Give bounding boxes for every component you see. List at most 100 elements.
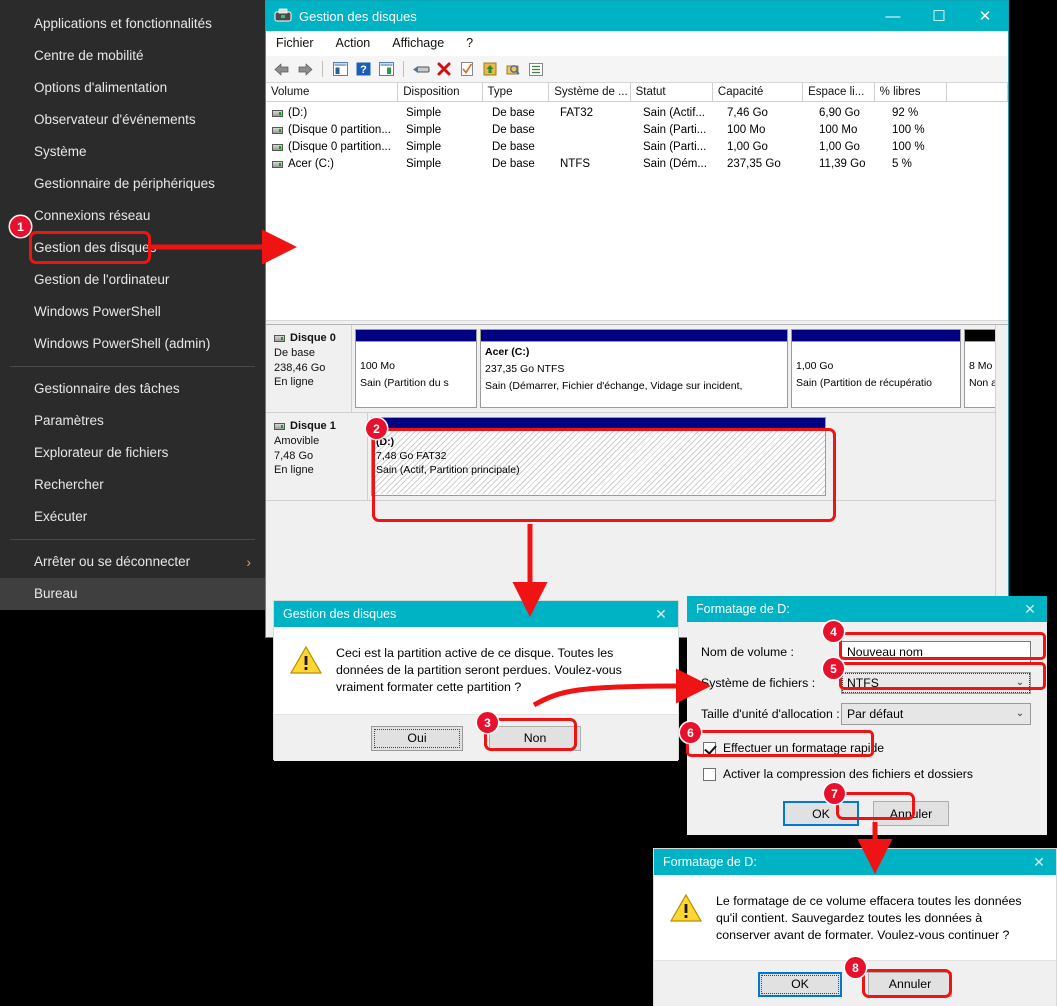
table-row[interactable]: (D:) Simple De base FAT32 Sain (Actif...… [266, 105, 1008, 122]
cell-statut: Sain (Parti... [643, 141, 707, 153]
volume-list[interactable]: (D:) Simple De base FAT32 Sain (Actif...… [266, 102, 1008, 320]
partition-bar [372, 418, 825, 430]
menu-item-help[interactable]: ? [466, 36, 473, 50]
sidebar-item-network-connections[interactable]: Connexions réseau [0, 200, 265, 232]
disk-management-icon [274, 8, 292, 24]
winx-power-menu[interactable]: Applications et fonctionnalités Centre d… [0, 0, 265, 610]
non-button[interactable]: Non [489, 725, 581, 751]
step-badge-5: 5 [823, 658, 844, 679]
sidebar-item-settings[interactable]: Paramètres [0, 405, 265, 437]
compression-row[interactable]: Activer la compression des fichiers et d… [701, 761, 1031, 787]
column-header-statut[interactable]: Statut [631, 83, 713, 101]
disk-row-0[interactable]: Disque 0 De base 238,46 Go En ligne 100 … [266, 325, 1008, 413]
close-icon[interactable]: ✕ [644, 601, 678, 627]
volume-icon [272, 110, 283, 117]
disk-graphical-view: Disque 0 De base 238,46 Go En ligne 100 … [266, 324, 1008, 606]
sidebar-item-apps[interactable]: Applications et fonctionnalités [0, 8, 265, 40]
quick-format-row[interactable]: Effectuer un formatage rapide [701, 735, 1031, 761]
maximize-button[interactable]: ☐ [916, 1, 962, 31]
sidebar-item-disk-management[interactable]: Gestion des disques [0, 232, 265, 264]
column-header-free-space[interactable]: Espace li... [803, 83, 875, 101]
sidebar-item-device-manager[interactable]: Gestionnaire de périphériques [0, 168, 265, 200]
ok-button[interactable]: OK [758, 971, 842, 997]
column-header-disposition[interactable]: Disposition [398, 83, 483, 101]
compression-checkbox[interactable] [703, 767, 716, 781]
sidebar-item-powershell[interactable]: Windows PowerShell [0, 296, 265, 328]
filesystem-select[interactable]: NTFS ⌄ [841, 671, 1031, 694]
filesystem-row: Système de fichiers : NTFS ⌄ [701, 667, 1031, 698]
column-header-volume[interactable]: Volume [266, 83, 399, 101]
sidebar-item-mobility[interactable]: Centre de mobilité [0, 40, 265, 72]
partition-0-1[interactable]: Acer (C:) 237,35 Go NTFS Sain (Démarrer,… [480, 329, 788, 408]
sidebar-item-task-manager[interactable]: Gestionnaire des tâches [0, 373, 265, 405]
filesystem-label: Système de fichiers : [701, 675, 816, 690]
quick-format-checkbox[interactable] [703, 741, 716, 755]
sidebar-item-run[interactable]: Exécuter [0, 501, 265, 533]
dialog-title-bar[interactable]: Formatage de D: ✕ [654, 849, 1056, 875]
sidebar-item-file-explorer[interactable]: Explorateur de fichiers [0, 437, 265, 469]
back-arrow-icon[interactable] [272, 59, 292, 79]
explore-icon[interactable] [503, 59, 523, 79]
extend-volume-icon[interactable] [480, 59, 500, 79]
column-header-capacite[interactable]: Capacité [713, 83, 804, 101]
ok-button[interactable]: OK [783, 801, 859, 826]
sidebar-item-label: Explorateur de fichiers [34, 445, 169, 460]
partition-state: Sain (Actif, Partition principale) [376, 464, 520, 476]
sidebar-item-search[interactable]: Rechercher [0, 469, 265, 501]
dialog-body: Ceci est la partition active de ce disqu… [274, 627, 678, 714]
volume-icon [272, 161, 283, 168]
cancel-button[interactable]: Annuler [873, 801, 949, 826]
cancel-button[interactable]: Annuler [868, 971, 952, 997]
close-icon[interactable]: ✕ [1013, 596, 1047, 622]
column-header-pct-free[interactable]: % libres [875, 83, 948, 101]
properties-icon[interactable] [411, 59, 431, 79]
table-row[interactable]: (Disque 0 partition... Simple De base Sa… [266, 122, 1008, 139]
final-format-warning-dialog: Formatage de D: ✕ Le formatage de ce vol… [653, 848, 1057, 1006]
close-button[interactable]: ✕ [962, 1, 1008, 31]
column-header-blank[interactable] [947, 83, 1009, 101]
chevron-down-icon[interactable]: ⌄ [1010, 708, 1030, 719]
table-row[interactable]: (Disque 0 partition... Simple De base Sa… [266, 139, 1008, 156]
menu-item-fichier[interactable]: Fichier [276, 36, 314, 50]
cell-free: 11,39 Go [819, 158, 866, 170]
menu-item-action[interactable]: Action [336, 36, 371, 50]
menu-item-affichage[interactable]: Affichage [392, 36, 444, 50]
dialog-message: Ceci est la partition active de ce disqu… [336, 646, 622, 694]
sidebar-item-event-viewer[interactable]: Observateur d'événements [0, 104, 265, 136]
volume-name-input[interactable]: Nouveau nom [841, 640, 1031, 663]
sidebar-item-shutdown[interactable]: Arrêter ou se déconnecter › [0, 546, 265, 578]
sidebar-item-system[interactable]: Système [0, 136, 265, 168]
vertical-scrollbar[interactable] [995, 325, 1008, 606]
sidebar-item-power-options[interactable]: Options d'alimentation [0, 72, 265, 104]
close-icon[interactable]: ✕ [1022, 849, 1056, 875]
show-pane-icon[interactable] [376, 59, 396, 79]
sidebar-item-computer-management[interactable]: Gestion de l'ordinateur [0, 264, 265, 296]
partition-0-0[interactable]: 100 Mo Sain (Partition du s [355, 329, 477, 408]
minimize-button[interactable]: — [870, 1, 916, 31]
check-icon[interactable] [457, 59, 477, 79]
table-row[interactable]: Acer (C:) Simple De base NTFS Sain (Dém.… [266, 156, 1008, 173]
oui-button[interactable]: Oui [371, 725, 463, 751]
dialog-title-bar[interactable]: Gestion des disques ✕ [274, 601, 678, 627]
partition-1-0[interactable]: (D:) 7,48 Go FAT32 Sain (Actif, Partitio… [371, 417, 826, 496]
format-dialog: Formatage de D: ✕ Nom de volume : Nouvea… [687, 596, 1047, 835]
partition-size: 100 Mo [360, 360, 396, 372]
dialog-message: Le formatage de ce volume effacera toute… [716, 894, 1022, 942]
disk-icon [274, 422, 285, 430]
sidebar-item-powershell-admin[interactable]: Windows PowerShell (admin) [0, 328, 265, 360]
delete-icon[interactable] [434, 59, 454, 79]
partition-0-2[interactable]: 1,00 Go Sain (Partition de récupératio [791, 329, 961, 408]
dialog-title-bar[interactable]: Formatage de D: ✕ [687, 596, 1047, 622]
list-view-icon[interactable] [526, 59, 546, 79]
chevron-down-icon[interactable]: ⌄ [1010, 677, 1030, 688]
help-icon[interactable]: ? [353, 59, 373, 79]
sidebar-item-desktop[interactable]: Bureau [0, 578, 265, 610]
dialog-title-text: Formatage de D: [696, 602, 790, 616]
window-title-bar[interactable]: Gestion des disques — ☐ ✕ [266, 1, 1008, 31]
show-tree-icon[interactable] [330, 59, 350, 79]
column-header-filesystem[interactable]: Système de ... [549, 83, 631, 101]
disk-info-0: Disque 0 De base 238,46 Go En ligne [266, 325, 352, 412]
forward-arrow-icon[interactable] [295, 59, 315, 79]
allocation-unit-select[interactable]: Par défaut ⌄ [841, 702, 1031, 725]
column-header-type[interactable]: Type [483, 83, 550, 101]
